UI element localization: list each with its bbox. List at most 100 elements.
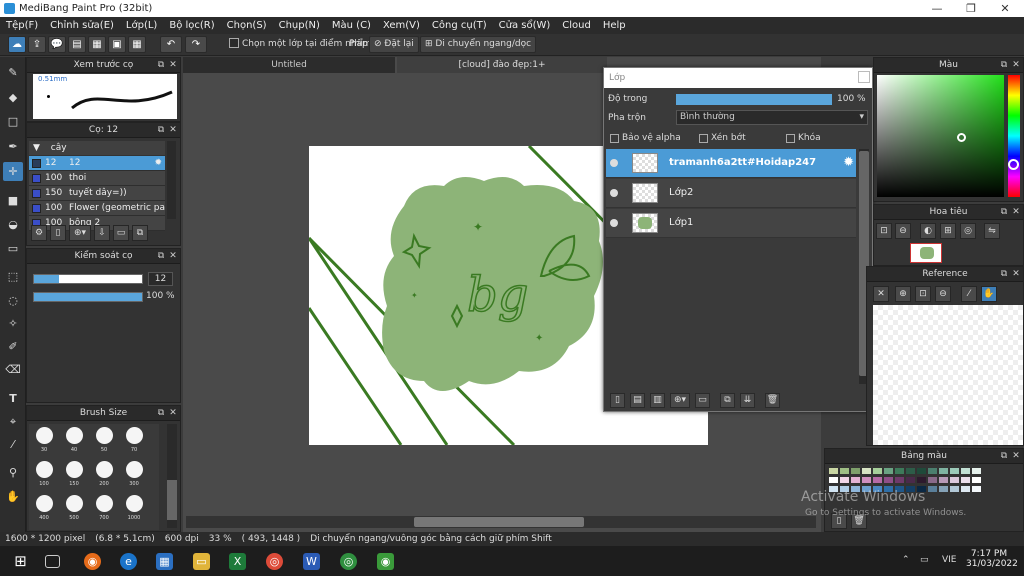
visibility-icon[interactable] xyxy=(610,189,618,197)
brush-size-preset[interactable]: 40 xyxy=(63,427,85,457)
popout-icon[interactable]: ⧉ xyxy=(156,58,166,73)
palette-swatch[interactable] xyxy=(961,468,970,474)
palette-swatch[interactable] xyxy=(961,477,970,483)
brush-size-preset[interactable]: 700 xyxy=(93,495,115,525)
brush-size-scrollbar[interactable] xyxy=(167,424,177,528)
grid-icon[interactable]: ▦ xyxy=(128,36,146,53)
fit-icon[interactable]: ⊡ xyxy=(915,286,931,302)
palette-swatch[interactable] xyxy=(928,468,937,474)
zoom-out-icon[interactable]: ⊖ xyxy=(895,223,911,239)
zoom-out-icon[interactable]: ⊖ xyxy=(935,286,951,302)
magic-wand-tool-icon[interactable]: ✧ xyxy=(3,314,23,333)
duplicate-icon[interactable]: ⧉ xyxy=(132,225,148,241)
close-icon[interactable]: ✕ xyxy=(1011,58,1021,73)
layer-row[interactable]: tramanh6a2tt#Hoidap247 ✹ xyxy=(606,149,856,178)
brush-opacity-slider[interactable] xyxy=(33,292,143,302)
text-bubble-icon[interactable]: ▤ xyxy=(68,36,86,53)
store-icon[interactable]: ▦ xyxy=(156,553,173,570)
menu-tools[interactable]: Công cụ(T) xyxy=(426,20,493,31)
palette-swatch[interactable] xyxy=(972,468,981,474)
palette-swatch[interactable] xyxy=(961,486,970,492)
menu-file[interactable]: Tệp(F) xyxy=(0,20,44,31)
task-view-icon[interactable] xyxy=(45,555,60,568)
popout-icon[interactable]: ⧉ xyxy=(999,449,1009,464)
palette-swatch[interactable] xyxy=(950,486,959,492)
palette-swatch[interactable] xyxy=(906,477,915,483)
blend-mode-select[interactable]: Bình thường ▾ xyxy=(676,110,868,125)
palette-swatch[interactable] xyxy=(829,468,838,474)
fill-rect-tool-icon[interactable]: ■ xyxy=(3,191,23,210)
brush-tool-icon[interactable]: ✎ xyxy=(3,63,23,82)
brush-size-preset[interactable]: 100 xyxy=(33,461,55,491)
palette-swatch[interactable] xyxy=(895,468,904,474)
export-icon[interactable]: ⇪ xyxy=(28,36,46,53)
brush-size-slider[interactable] xyxy=(33,274,143,284)
duplicate-layer-icon[interactable]: ⧉ xyxy=(720,393,735,408)
color-cursor[interactable] xyxy=(957,133,966,142)
speech-bubble-icon[interactable]: 💬 xyxy=(48,36,66,53)
brush-size-preset[interactable]: 70 xyxy=(123,427,145,457)
select-pen-tool-icon[interactable]: ✐ xyxy=(3,337,23,356)
brush-size-preset[interactable]: 500 xyxy=(63,495,85,525)
palette-swatch[interactable] xyxy=(939,486,948,492)
close-icon[interactable]: ✕ xyxy=(1011,267,1021,282)
windows-start-icon[interactable]: ⊞ xyxy=(12,553,29,570)
cloud-icon[interactable]: ☁ xyxy=(8,36,26,53)
palette-swatch[interactable] xyxy=(873,468,882,474)
frame-icon[interactable]: ▣ xyxy=(108,36,126,53)
chrome-icon[interactable]: ◎ xyxy=(266,553,283,570)
brush-size-preset[interactable]: 50 xyxy=(93,427,115,457)
menu-help[interactable]: Help xyxy=(597,20,632,31)
palette-swatch[interactable] xyxy=(972,477,981,483)
tray-arrow-icon[interactable]: ⌃ xyxy=(902,555,910,565)
close-icon[interactable]: ✕ xyxy=(168,406,178,421)
eyedropper-icon[interactable]: ⁄ xyxy=(961,286,977,302)
palette-swatch[interactable] xyxy=(862,468,871,474)
flip-icon[interactable]: ⇋ xyxy=(984,223,1000,239)
hand-icon[interactable]: ✋ xyxy=(981,286,997,302)
divide-tool-icon[interactable]: ⌖ xyxy=(3,412,23,431)
layer-close-icon[interactable] xyxy=(858,71,870,83)
popout-icon[interactable]: ⧉ xyxy=(999,58,1009,73)
brush-list-item[interactable]: 12 12 ✹ xyxy=(29,156,165,171)
pen-tool-icon[interactable]: ✒ xyxy=(3,137,23,156)
merge-down-icon[interactable]: ⇊ xyxy=(740,393,755,408)
brush-settings-icon[interactable]: ⚙ xyxy=(31,225,47,241)
brush-list-item[interactable]: 150 tuyết dây=)) xyxy=(29,186,165,201)
layer-opacity-slider[interactable] xyxy=(676,94,832,105)
eraser-tool-icon[interactable]: ◆ xyxy=(3,88,23,107)
palette-swatch[interactable] xyxy=(939,477,948,483)
gear-icon[interactable]: ✹ xyxy=(843,155,854,170)
brush-list-scrollbar[interactable] xyxy=(167,141,176,219)
navigator-thumbnail[interactable] xyxy=(910,243,942,263)
palette-swatch[interactable] xyxy=(829,477,838,483)
menu-window[interactable]: Cửa sổ(W) xyxy=(493,20,557,31)
gear-icon[interactable]: ✹ xyxy=(154,156,162,170)
brush-size-preset[interactable]: 30 xyxy=(33,427,55,457)
popout-icon[interactable]: ⧉ xyxy=(156,123,166,138)
add-brush-icon[interactable]: ⊕▾ xyxy=(69,225,91,241)
medibang-icon[interactable]: ◉ xyxy=(377,553,394,570)
palette-swatch[interactable] xyxy=(884,468,893,474)
palette-swatch[interactable] xyxy=(851,477,860,483)
file-explorer-icon[interactable]: ▭ xyxy=(193,553,210,570)
tab-document[interactable]: [cloud] đào đẹp:1+ xyxy=(397,57,607,73)
new-1bit-layer-icon[interactable]: ▥ xyxy=(650,393,665,408)
actual-size-icon[interactable]: ⊞ xyxy=(940,223,956,239)
hscroll-thumb[interactable] xyxy=(414,517,584,527)
color-saturation-picker[interactable] xyxy=(877,75,1004,197)
add-layer-menu-icon[interactable]: ⊕▾ xyxy=(670,393,690,408)
select-eraser-tool-icon[interactable]: ⌫ xyxy=(3,360,23,379)
gradient-tool-icon[interactable]: ▭ xyxy=(3,239,23,258)
close-icon[interactable]: ✕ xyxy=(168,123,178,138)
new-halftone-layer-icon[interactable]: ▤ xyxy=(630,393,645,408)
palette-swatch[interactable] xyxy=(840,468,849,474)
visibility-icon[interactable] xyxy=(610,219,618,227)
close-icon[interactable]: ✕ xyxy=(1011,205,1021,220)
menu-color[interactable]: Màu (C) xyxy=(326,20,377,31)
hue-slider[interactable] xyxy=(1008,75,1020,197)
move-tool-icon[interactable]: ✛ xyxy=(3,162,23,181)
close-icon[interactable]: ✕ xyxy=(1011,449,1021,464)
hand-tool-icon[interactable]: ✋ xyxy=(3,487,23,506)
brush-list-item[interactable]: 100 Flower (geometric patt xyxy=(29,201,165,216)
